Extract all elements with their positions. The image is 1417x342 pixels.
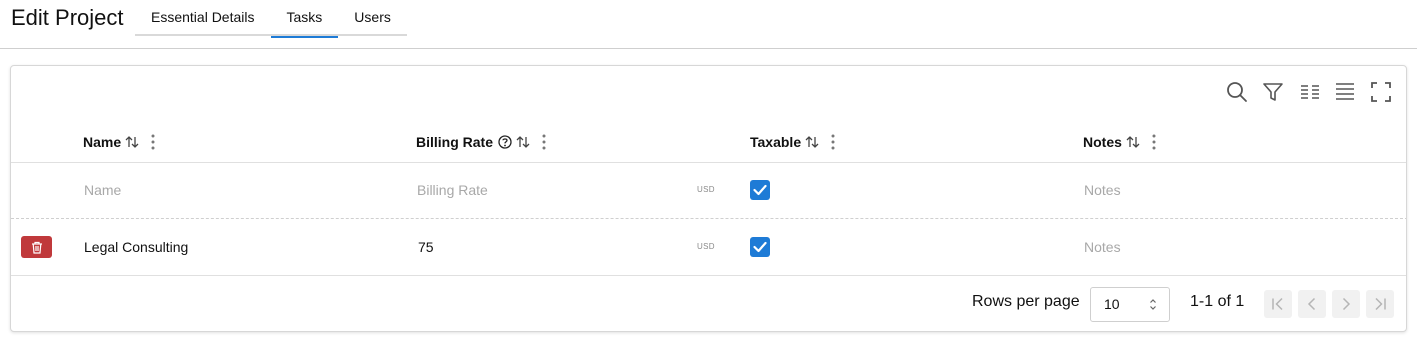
filter-icon[interactable] — [1260, 79, 1286, 105]
currency-label: USD — [697, 185, 715, 194]
rows-per-page-value: 10 — [1104, 296, 1120, 312]
chevron-right-icon — [1342, 297, 1351, 311]
pagination-range: 1-1 of 1 — [1190, 293, 1245, 310]
tab-users[interactable]: Users — [338, 0, 407, 36]
tab-bar: Essential Details Tasks Users — [135, 0, 407, 38]
sort-icon[interactable] — [516, 136, 530, 148]
billing-rate-input[interactable]: Billing Rate — [417, 182, 488, 198]
first-page-button[interactable] — [1264, 290, 1292, 318]
taxable-checkbox[interactable] — [750, 237, 770, 257]
help-icon[interactable] — [498, 135, 512, 149]
table-cell-notes[interactable]: Notes — [1084, 239, 1121, 255]
check-icon — [753, 241, 767, 253]
taxable-checkbox[interactable] — [750, 180, 770, 200]
page-title: Edit Project — [11, 5, 124, 30]
search-icon[interactable] — [1224, 79, 1250, 105]
name-input[interactable]: Name — [84, 182, 121, 198]
sort-icon[interactable] — [1126, 136, 1140, 148]
columns-icon[interactable] — [1297, 79, 1323, 105]
tasks-table-card: Name Billing Rate Taxable Notes Name Bil… — [10, 65, 1407, 332]
notes-input[interactable]: Notes — [1084, 182, 1121, 198]
column-header-billing-rate[interactable]: Billing Rate — [416, 132, 546, 152]
column-header-name-label: Name — [83, 134, 122, 150]
table-cell-name[interactable]: Legal Consulting — [84, 239, 188, 255]
first-page-icon — [1272, 297, 1283, 311]
last-page-icon — [1375, 297, 1386, 311]
tab-essential-details[interactable]: Essential Details — [135, 0, 271, 36]
footer-divider — [11, 275, 1406, 276]
delete-row-button[interactable] — [21, 236, 52, 258]
column-header-name[interactable]: Name — [83, 132, 155, 152]
column-menu-icon[interactable] — [542, 134, 546, 150]
column-menu-icon[interactable] — [151, 134, 155, 150]
density-icon[interactable] — [1332, 79, 1358, 105]
column-header-taxable[interactable]: Taxable — [750, 132, 835, 152]
column-menu-icon[interactable] — [1152, 134, 1156, 150]
sort-icon[interactable] — [805, 136, 819, 148]
next-page-button[interactable] — [1332, 290, 1360, 318]
sort-icon[interactable] — [125, 136, 139, 148]
rows-per-page-label: Rows per page — [972, 293, 1080, 310]
column-header-billing-rate-label: Billing Rate — [416, 134, 494, 150]
last-page-button[interactable] — [1366, 290, 1394, 318]
fullscreen-icon[interactable] — [1368, 79, 1394, 105]
select-arrows-icon — [1150, 299, 1156, 310]
column-menu-icon[interactable] — [831, 134, 835, 150]
tab-tasks[interactable]: Tasks — [270, 0, 339, 38]
currency-label: USD — [697, 242, 715, 251]
table-cell-billing-rate[interactable]: 75 — [418, 239, 434, 255]
trash-icon — [31, 241, 42, 254]
previous-page-button[interactable] — [1298, 290, 1326, 318]
column-header-notes-label: Notes — [1083, 134, 1122, 150]
rows-per-page-select[interactable]: 10 — [1090, 287, 1170, 322]
chevron-left-icon — [1307, 297, 1316, 311]
column-header-notes[interactable]: Notes — [1083, 132, 1156, 152]
page-header: Edit Project Essential Details Tasks Use… — [0, 0, 1417, 49]
row-divider — [11, 218, 1406, 219]
check-icon — [753, 184, 767, 196]
column-header-taxable-label: Taxable — [750, 134, 802, 150]
header-divider — [11, 162, 1406, 163]
